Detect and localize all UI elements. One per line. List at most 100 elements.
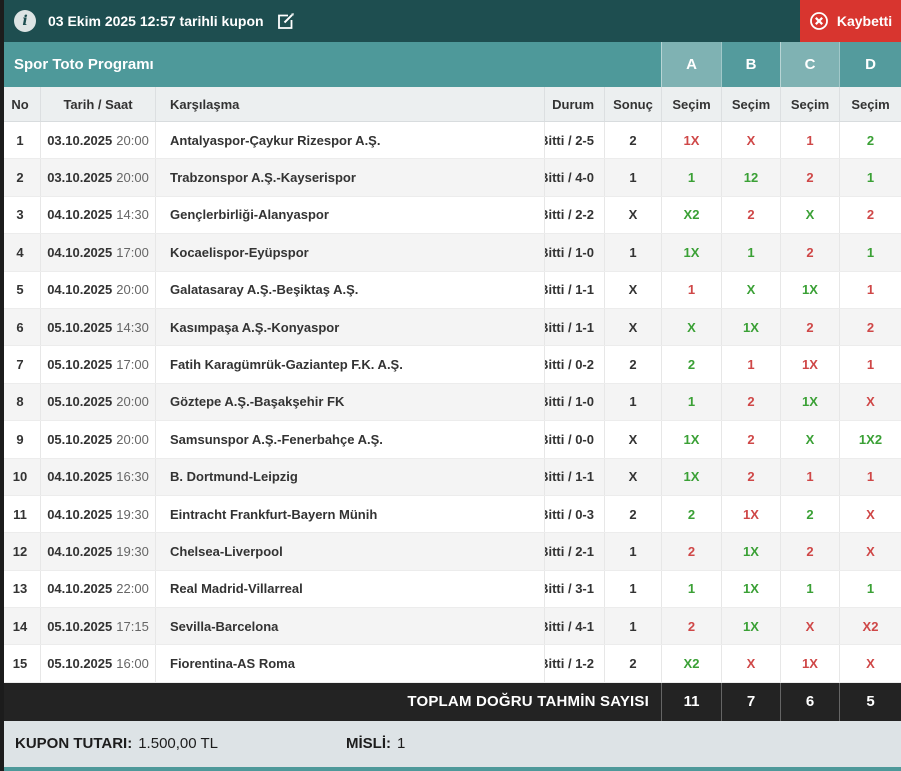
pick-column-a: X (661, 308, 721, 346)
match-time: 17:00 (116, 357, 149, 373)
table-row: 13 04.10.2025 22:00 Real Madrid-Villarrea… (0, 570, 901, 609)
totals-label: TOPLAM DOĞRU TAHMİN SAYISI (407, 693, 649, 711)
match-time: 19:30 (116, 506, 149, 522)
match-result: 1 (604, 533, 661, 570)
pick-column-b: X (721, 271, 780, 308)
match-status: Bitti / 1-1 (544, 308, 604, 346)
match-result: 2 (604, 122, 661, 159)
total-correct-c: 6 (780, 682, 839, 721)
match-result: 1 (604, 570, 661, 608)
pick-column-d: 2 (839, 122, 901, 159)
match-datetime: 05.10.2025 20:00 (40, 383, 155, 421)
coupon-amount-value: 1.500,00 TL (138, 735, 219, 753)
pick-column-b: 2 (721, 421, 780, 458)
info-icon[interactable]: i (14, 10, 36, 32)
match-datetime: 04.10.2025 17:00 (40, 234, 155, 271)
match-time: 16:00 (116, 656, 149, 672)
match-datetime: 05.10.2025 14:30 (40, 308, 155, 346)
pick-column-c: 1X (780, 346, 839, 383)
match-date: 05.10.2025 (47, 656, 113, 672)
pick-column-c: 1 (780, 458, 839, 495)
table-row: 15 05.10.2025 16:00 Fiorentina-AS Roma Bi… (0, 645, 901, 683)
match-status: Bitti / 0-0 (544, 421, 604, 458)
match-date: 04.10.2025 (47, 506, 113, 522)
row-number: 14 (12, 618, 28, 634)
total-correct-b: 7 (721, 682, 780, 721)
match-result: X (604, 271, 661, 308)
pick-column-c: 2 (780, 234, 839, 271)
left-border-strip (0, 0, 4, 771)
row-number: 13 (12, 581, 28, 597)
pick-column-c: 1X (780, 383, 839, 421)
match-name: Kocaelispor-Eyüpspor (155, 234, 544, 271)
match-date: 04.10.2025 (47, 207, 113, 223)
pick-column-c: 2 (780, 495, 839, 533)
match-status: Bitti / 3-1 (544, 570, 604, 608)
match-time: 16:30 (116, 469, 149, 485)
header-status: Durum (544, 87, 604, 121)
match-time: 14:30 (116, 319, 149, 335)
table-row: 8 05.10.2025 20:00 Göztepe A.Ş.-Başakşehi… (0, 383, 901, 422)
pick-column-a: 2 (661, 346, 721, 383)
status-label: Kaybetti (836, 13, 893, 29)
match-name: Eintracht Frankfurt-Bayern Münih (155, 495, 544, 533)
pick-column-b: 1X (721, 495, 780, 533)
pick-column-a: 2 (661, 608, 721, 645)
match-status: Bitti / 1-0 (544, 383, 604, 421)
match-name: Fiorentina-AS Roma (155, 645, 544, 682)
program-band: Spor Toto Programı A B C D (0, 42, 901, 87)
match-date: 03.10.2025 (47, 132, 113, 148)
match-time: 22:00 (116, 581, 149, 597)
pick-column-d: 1 (839, 271, 901, 308)
match-time: 20:00 (116, 394, 149, 410)
match-name: Galatasaray A.Ş.-Beşiktaş A.Ş. (155, 271, 544, 308)
pick-column-a: 1X (661, 458, 721, 495)
match-result: 2 (604, 346, 661, 383)
match-date: 04.10.2025 (47, 244, 113, 260)
match-name: Gençlerbirliği-Alanyaspor (155, 196, 544, 234)
pick-column-b: 1 (721, 234, 780, 271)
pick-column-d: X (839, 495, 901, 533)
program-title: Spor Toto Programı (14, 56, 154, 73)
match-status: Bitti / 4-1 (544, 608, 604, 645)
row-number: 11 (13, 506, 27, 522)
pick-column-c: 1X (780, 271, 839, 308)
pick-column-b: 2 (721, 196, 780, 234)
bottom-accent-strip (0, 766, 901, 771)
row-number: 6 (16, 319, 24, 335)
match-name: Göztepe A.Ş.-Başakşehir FK (155, 383, 544, 421)
row-number: 3 (16, 207, 24, 223)
row-number: 4 (16, 244, 24, 260)
pick-column-d: 1 (839, 159, 901, 196)
totals-bar: TOPLAM DOĞRU TAHMİN SAYISI 11 7 6 5 (0, 682, 901, 721)
multiplier-block: MİSLİ: 1 (346, 735, 405, 752)
match-result: 1 (604, 608, 661, 645)
match-status: Bitti / 1-0 (544, 234, 604, 271)
pick-column-d: 2 (839, 196, 901, 234)
table-row: 14 05.10.2025 17:15 Sevilla-Barcelona Bit… (0, 608, 901, 646)
table-header-row: No Tarih / Saat Karşılaşma Durum Sonuç S… (0, 87, 901, 122)
pick-column-a: 1 (661, 570, 721, 608)
pick-column-b: 12 (721, 159, 780, 196)
pick-column-a: X2 (661, 645, 721, 682)
pick-column-a: X2 (661, 196, 721, 234)
match-datetime: 03.10.2025 20:00 (40, 122, 155, 159)
match-name: Antalyaspor-Çaykur Rizespor A.Ş. (155, 122, 544, 159)
match-datetime: 05.10.2025 17:15 (40, 608, 155, 645)
header-date: Tarih / Saat (40, 87, 155, 121)
header-no: No (11, 96, 29, 112)
pick-column-a: 1X (661, 122, 721, 159)
coupon-title: 03 Ekim 2025 12:57 tarihli kupon (48, 13, 264, 29)
pick-column-d: 1 (839, 234, 901, 271)
pick-column-c: 1 (780, 570, 839, 608)
row-number: 2 (16, 170, 24, 186)
pick-column-b: X (721, 645, 780, 682)
match-result: 1 (604, 234, 661, 271)
column-letter-a: A (661, 42, 721, 87)
table-row: 7 05.10.2025 17:00 Fatih Karagümrük-Gazia… (0, 346, 901, 384)
match-status: Bitti / 0-3 (544, 495, 604, 533)
pick-column-c: 2 (780, 533, 839, 570)
row-number: 10 (12, 469, 28, 485)
table-row: 12 04.10.2025 19:30 Chelsea-Liverpool Bit… (0, 533, 901, 571)
edit-icon[interactable] (276, 12, 295, 31)
